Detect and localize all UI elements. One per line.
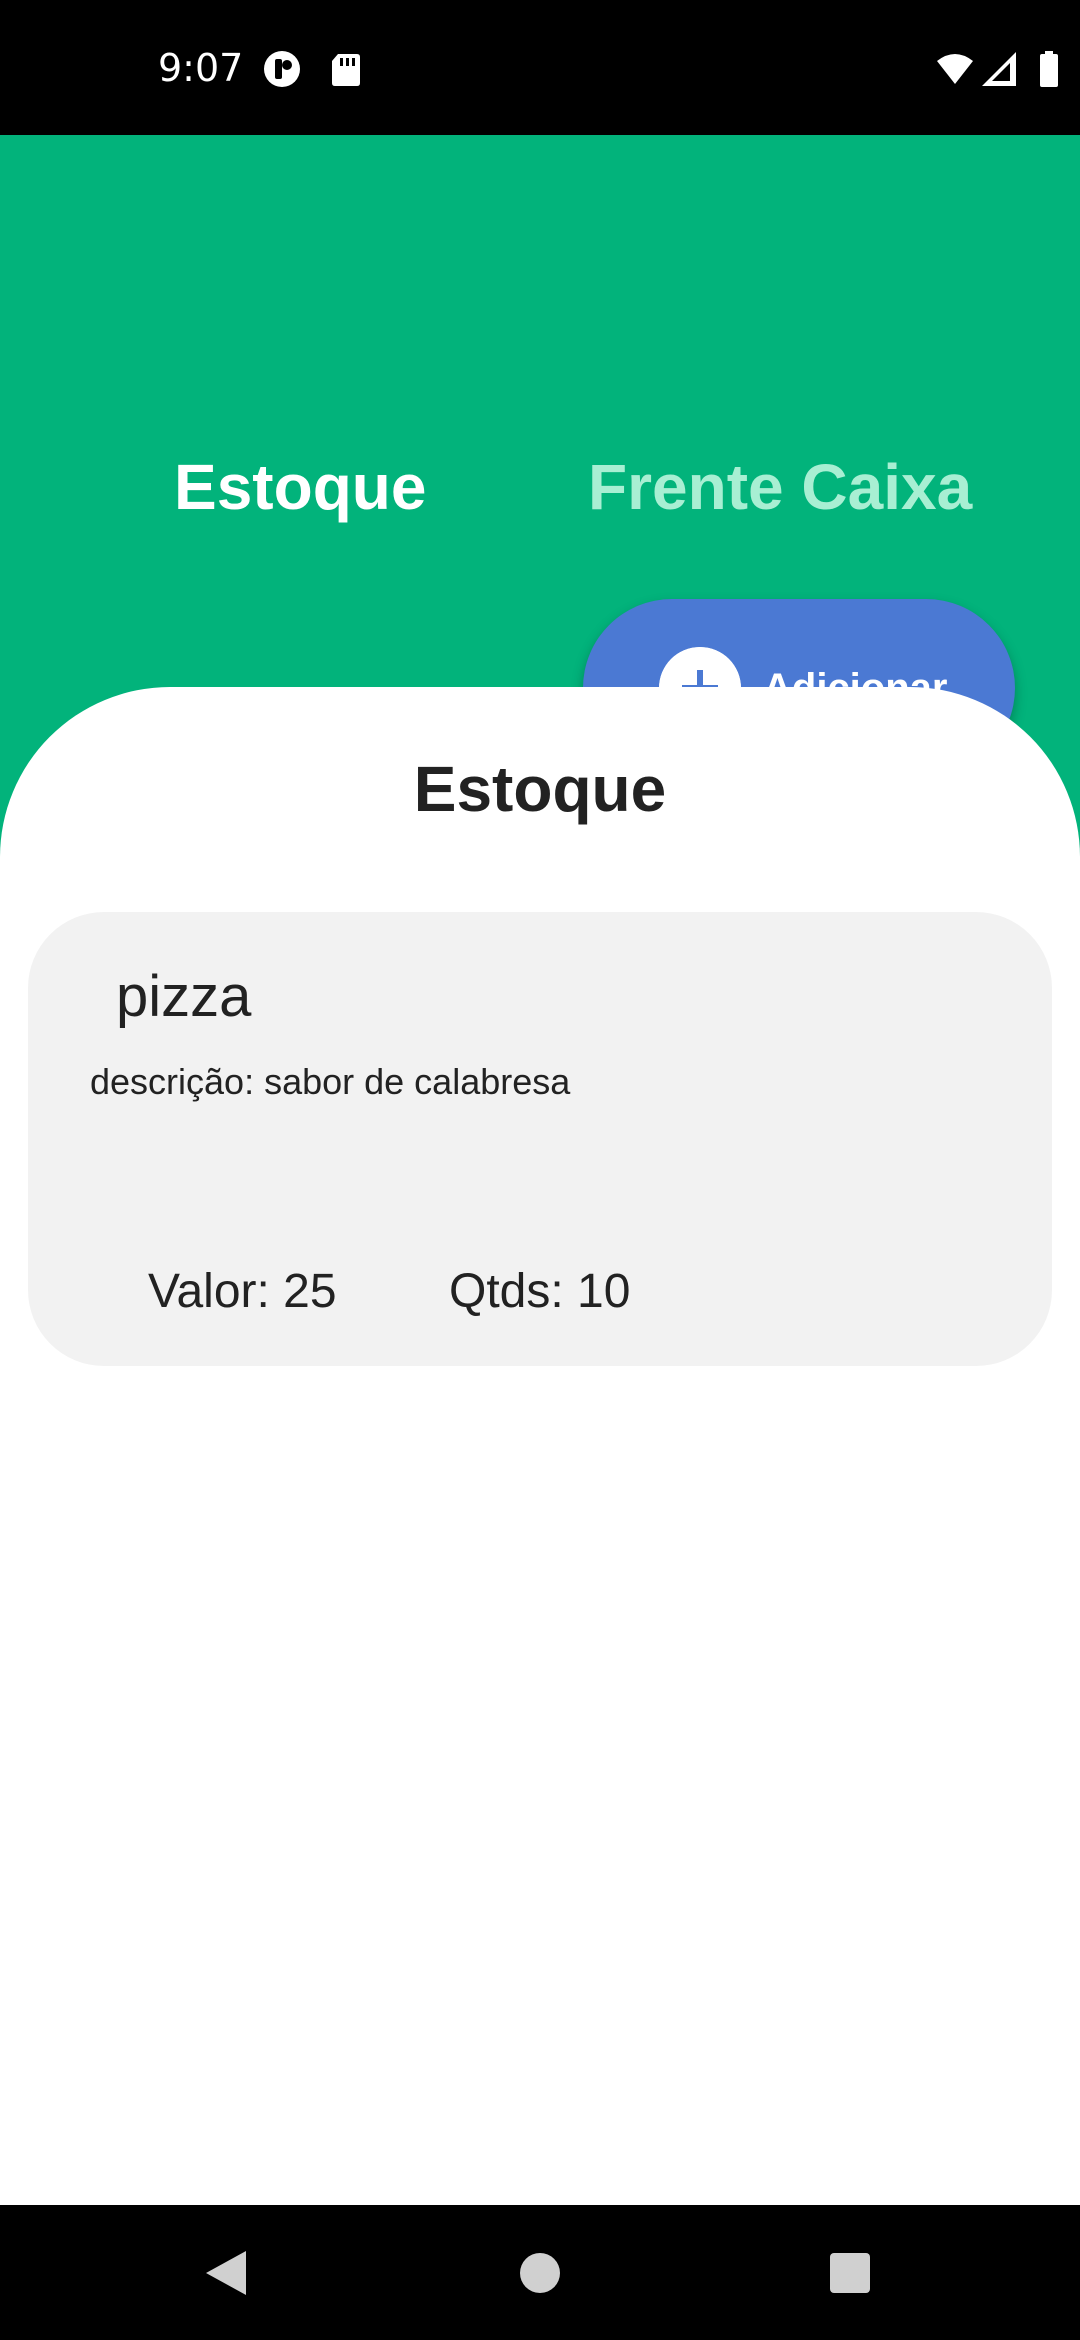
status-time: 9:07	[158, 46, 244, 90]
recents-icon[interactable]	[822, 2245, 878, 2301]
product-name: pizza	[116, 964, 252, 1029]
battery-icon	[1040, 51, 1058, 87]
status-bar: 9:07	[0, 0, 1080, 135]
product-quantity: Qtds: 10	[449, 1265, 631, 1318]
content-panel: Estoque pizza descrição: sabor de calabr…	[0, 687, 1080, 2207]
notification-app-icon	[264, 51, 300, 87]
tab-frente-caixa[interactable]: Frente Caixa	[588, 447, 972, 527]
wifi-icon	[937, 54, 973, 84]
product-value: Valor: 25	[148, 1265, 337, 1318]
tab-estoque[interactable]: Estoque	[174, 447, 426, 527]
product-description: descrição: sabor de calabresa	[90, 1061, 571, 1102]
sd-card-icon	[332, 54, 360, 86]
home-icon[interactable]	[512, 2245, 568, 2301]
back-icon[interactable]	[198, 2245, 254, 2301]
cell-signal-icon	[982, 52, 1016, 86]
navigation-bar	[0, 2205, 1080, 2340]
page-title: Estoque	[413, 753, 667, 825]
product-card[interactable]: pizza descrição: sabor de calabresa Valo…	[28, 912, 1052, 1366]
